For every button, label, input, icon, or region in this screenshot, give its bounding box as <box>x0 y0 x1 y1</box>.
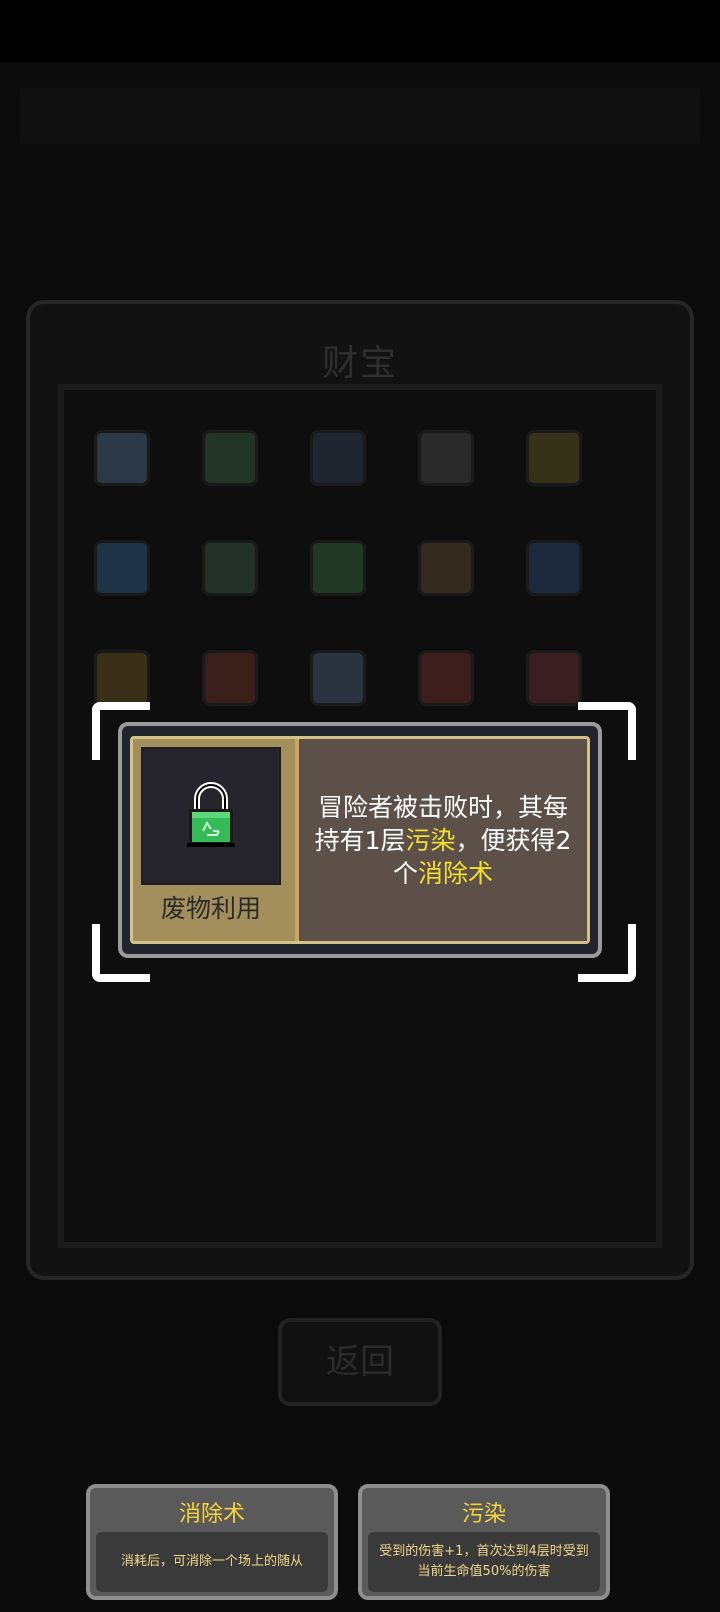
item-description-box: 冒险者被击败时，其每持有1层污染，便获得2个消除术 <box>295 739 587 941</box>
rune-icon[interactable] <box>418 540 474 596</box>
recycle-lock-icon[interactable] <box>310 540 366 596</box>
glossary-title: 污染 <box>461 1502 506 1527</box>
tooltip-frame: 废物利用 冒险者被击败时，其每持有1层污染，便获得2个消除术 <box>130 736 590 944</box>
shield-icon[interactable] <box>310 430 366 486</box>
flower-icon[interactable] <box>418 650 474 706</box>
plant-icon[interactable] <box>202 540 258 596</box>
glossary-text: 受到的伤害+1，首次达到4层时受到当前生命值50%的伤害 <box>379 1544 589 1579</box>
bag-icon[interactable] <box>94 430 150 486</box>
keyword-highlight[interactable]: 消除术 <box>418 859 493 888</box>
mimic-icon[interactable] <box>526 650 582 706</box>
amulet-icon[interactable] <box>526 430 582 486</box>
glossary-text: 消耗后，可消除一个场上的随从 <box>120 1554 303 1569</box>
recycle-lock-icon <box>187 782 235 847</box>
maple-leaf-icon[interactable] <box>202 650 258 706</box>
item-tooltip[interactable]: 废物利用 冒险者被击败时，其每持有1层污染，便获得2个消除术 <box>118 722 602 958</box>
glossary-body: 消耗后，可消除一个场上的随从 <box>96 1532 328 1592</box>
item-name: 废物利用 <box>160 894 261 923</box>
header-banner <box>20 88 700 144</box>
potion-jar-icon[interactable] <box>526 540 582 596</box>
armor-icon[interactable] <box>310 650 366 706</box>
back-button[interactable]: 返回 <box>278 1318 442 1406</box>
item-description: 冒险者被击败时，其每持有1层污染，便获得2个消除术 <box>307 791 579 890</box>
glossary-card-eliminate: 消除术 消耗后，可消除一个场上的随从 <box>86 1484 338 1600</box>
glossary-body: 受到的伤害+1，首次达到4层时受到当前生命值50%的伤害 <box>368 1532 600 1592</box>
chest-icon[interactable] <box>418 430 474 486</box>
glossary-card-pollution: 污染 受到的伤害+1，首次达到4层时受到当前生命值50%的伤害 <box>358 1484 610 1600</box>
water-drop-icon[interactable] <box>94 540 150 596</box>
keyword-highlight[interactable]: 污染 <box>405 826 455 855</box>
leaf-pile-icon[interactable] <box>202 430 258 486</box>
panel-title: 财宝 <box>321 343 398 384</box>
book-icon[interactable] <box>94 650 150 706</box>
tooltip-icon-box <box>141 747 281 885</box>
glossary-title: 消除术 <box>178 1502 245 1527</box>
